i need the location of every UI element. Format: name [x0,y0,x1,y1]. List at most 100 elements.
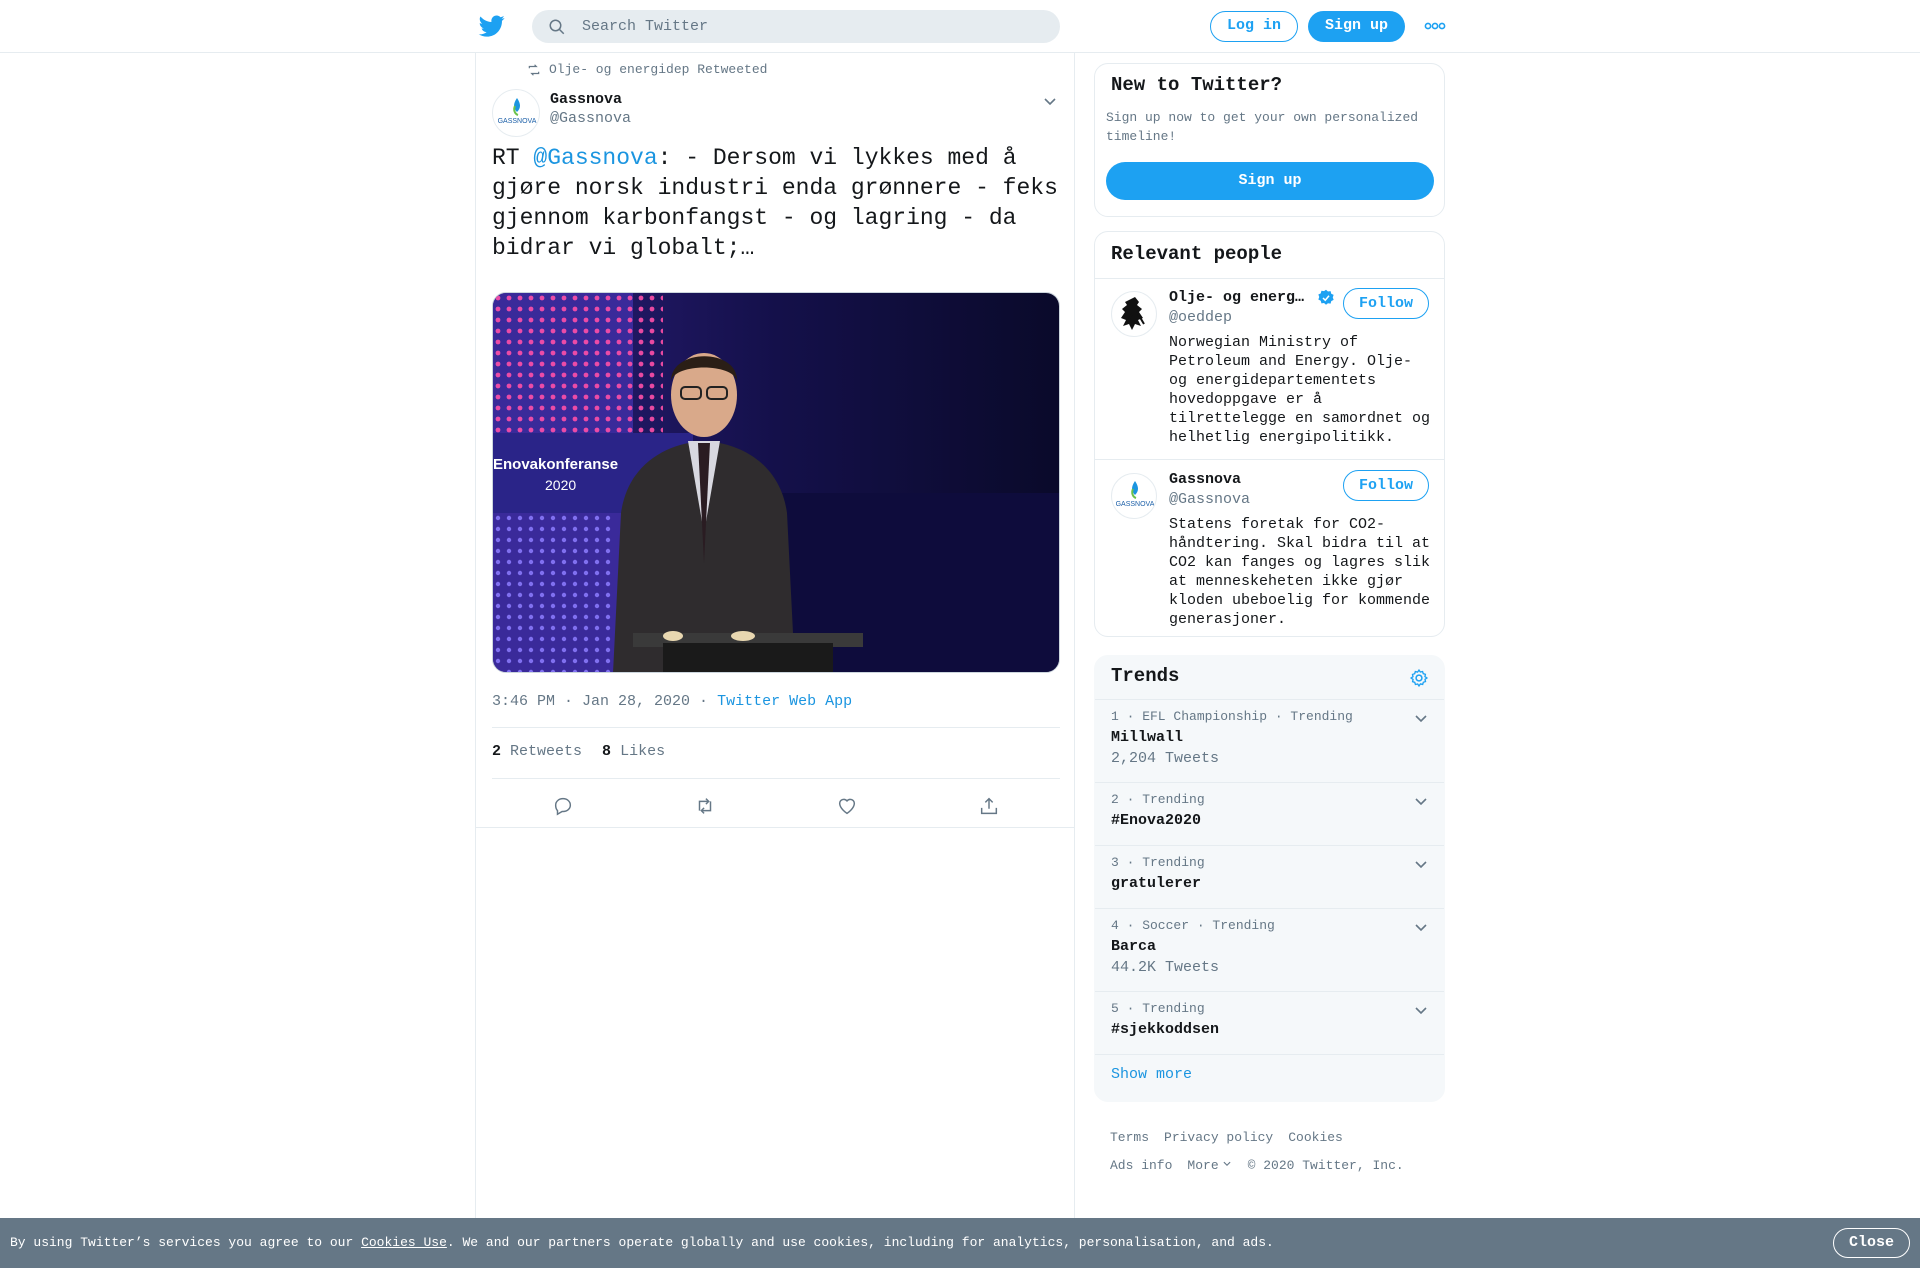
trend-name[interactable]: Barca [1111,938,1156,955]
cookie-banner: By using Twitter’s services you agree to… [0,1218,1920,1268]
tweet-time[interactable]: 3:46 PM · Jan 28, 2020 [492,693,690,710]
likes-label: Likes [620,743,666,760]
verified-badge-icon [1318,289,1334,305]
person-avatar[interactable]: GASSNOVA [1111,473,1157,519]
norway-coat-of-arms-icon [1121,297,1145,330]
tweet-text-prefix: RT [492,145,534,171]
trend-meta: 3 · Trending [1111,855,1205,870]
likes-count: 8 [602,743,612,760]
avatar-logo-text: GASSNOVA [1116,501,1155,508]
retweets-stat[interactable]: 2 Retweets [492,743,582,760]
trend-name[interactable]: #sjekkoddsen [1111,1021,1219,1038]
tweet-actions [492,788,1060,824]
cookie-text-before: By using Twitter’s services you agree to… [10,1235,362,1250]
login-button[interactable]: Log in [1210,11,1298,42]
video-caption-line2: 2020 [545,477,576,493]
trend-item[interactable]: 3 · Trending gratulerer [1095,845,1444,908]
signup-button[interactable]: Sign up [1308,11,1405,42]
follow-button[interactable]: Follow [1343,470,1429,501]
trend-name[interactable]: gratulerer [1111,875,1201,892]
author-avatar[interactable]: GASSNOVA [492,89,540,137]
person-name[interactable]: Olje- og energ… [1169,289,1304,306]
trend-item[interactable]: 1 · EFL Championship · Trending Millwall… [1095,699,1444,782]
likes-stat[interactable]: 8 Likes [602,743,665,760]
tweet-source-link[interactable]: Twitter Web App [717,693,852,710]
trend-meta: 5 · Trending [1111,1001,1205,1016]
tweet-stats: 2 Retweets 8 Likes [492,743,665,760]
cookie-text-after: . We and our partners operate globally a… [446,1235,1274,1250]
trend-item[interactable]: 2 · Trending #Enova2020 [1095,782,1444,845]
chevron-down-icon[interactable] [1413,1002,1429,1018]
more-label: More [1187,1158,1219,1173]
trend-name[interactable]: Millwall [1111,729,1183,746]
new-to-twitter-card: New to Twitter? Sign up now to get your … [1094,63,1445,217]
person-bio: Statens foretak for CO2-håndtering. Skal… [1169,516,1431,628]
divider [1095,459,1444,460]
person-avatar[interactable] [1111,291,1157,337]
avatar-logo-text: GASSNOVA [498,118,537,125]
more-menu[interactable]: More [1187,1158,1232,1173]
person-name[interactable]: Gassnova [1169,471,1241,488]
divider [476,827,1074,828]
copyright: © 2020 Twitter, Inc. [1247,1158,1404,1173]
trend-item[interactable]: 4 · Soccer · Trending Barca 44.2K Tweets [1095,908,1444,991]
share-icon[interactable] [978,795,1000,817]
search-icon [549,19,565,35]
cookies-link[interactable]: Cookies [1288,1130,1343,1145]
reply-icon[interactable] [552,795,574,817]
trends-title: Trends [1111,665,1180,687]
author-name[interactable]: Gassnova [550,91,622,108]
gassnova-logo-icon: GASSNOVA [498,98,537,125]
retweets-count: 2 [492,743,502,760]
more-options-icon[interactable] [1424,18,1446,34]
privacy-link[interactable]: Privacy policy [1164,1130,1273,1145]
close-button[interactable]: Close [1833,1228,1910,1258]
trend-meta: 2 · Trending [1111,792,1205,807]
mention-link[interactable]: @Gassnova [533,145,657,171]
trend-count: 44.2K Tweets [1111,959,1220,976]
person-item[interactable]: GASSNOVA Gassnova @Gassnova Statens fore… [1095,461,1444,636]
terms-link[interactable]: Terms [1110,1130,1149,1145]
trend-name[interactable]: #Enova2020 [1111,812,1201,829]
footer: Terms Privacy policy Cookies Ads info Mo… [1110,1130,1440,1186]
retweeted-by-text: Olje- og energidep Retweeted [549,62,768,77]
gassnova-logo-icon: GASSNOVA [1116,481,1155,508]
author-handle[interactable]: @Gassnova [550,110,631,127]
cookies-use-link[interactable]: Cookies Use [361,1235,447,1250]
person-handle[interactable]: @oeddep [1169,309,1232,326]
follow-button[interactable]: Follow [1343,288,1429,319]
chevron-down-icon[interactable] [1413,710,1429,726]
chevron-down-icon[interactable] [1413,919,1429,935]
sidebar-signup-button[interactable]: Sign up [1106,162,1434,200]
search-box[interactable]: Search Twitter [532,10,1060,43]
chevron-down-icon[interactable] [1413,856,1429,872]
retweet-action-icon[interactable] [694,795,716,817]
show-more-link[interactable]: Show more [1111,1066,1192,1083]
trend-meta: 4 · Soccer · Trending [1111,918,1275,933]
video-caption-line1: Enovakonferanse [493,456,618,473]
divider [492,727,1060,728]
chevron-down-icon[interactable] [1042,93,1058,109]
divider [1095,1054,1444,1055]
trend-meta: 1 · EFL Championship · Trending [1111,709,1353,724]
cookie-text: By using Twitter’s services you agree to… [10,1235,1274,1250]
person-handle[interactable]: @Gassnova [1169,491,1250,508]
search-input[interactable]: Search Twitter [582,18,708,35]
relevant-people-title: Relevant people [1111,243,1283,265]
retweet-context: Olje- og energidep Retweeted [527,62,767,77]
twitter-bird-icon[interactable] [478,13,506,39]
ads-info-link[interactable]: Ads info [1110,1158,1172,1173]
chevron-down-icon [1223,1161,1231,1167]
gear-icon[interactable] [1409,668,1429,688]
top-bar: Search Twitter Log in Sign up [0,0,1920,53]
chevron-down-icon[interactable] [1413,793,1429,809]
trend-item[interactable]: 5 · Trending #sjekkoddsen [1095,991,1444,1054]
person-item[interactable]: Olje- og energ… @oeddep Norwegian Minist… [1095,279,1444,459]
new-to-twitter-title: New to Twitter? [1111,74,1283,96]
tweet-text: RT @Gassnova: - Dersom vi lykkes med å g… [492,143,1060,263]
divider [492,778,1060,779]
like-icon[interactable] [836,795,858,817]
tweet-video[interactable]: Enovakonferanse 2020 [492,292,1060,673]
tweet-column: Olje- og energidep Retweeted GASSNOVA Ga… [475,53,1075,1218]
relevant-people-card: Relevant people Olje- og energ… @oeddep … [1094,231,1445,637]
